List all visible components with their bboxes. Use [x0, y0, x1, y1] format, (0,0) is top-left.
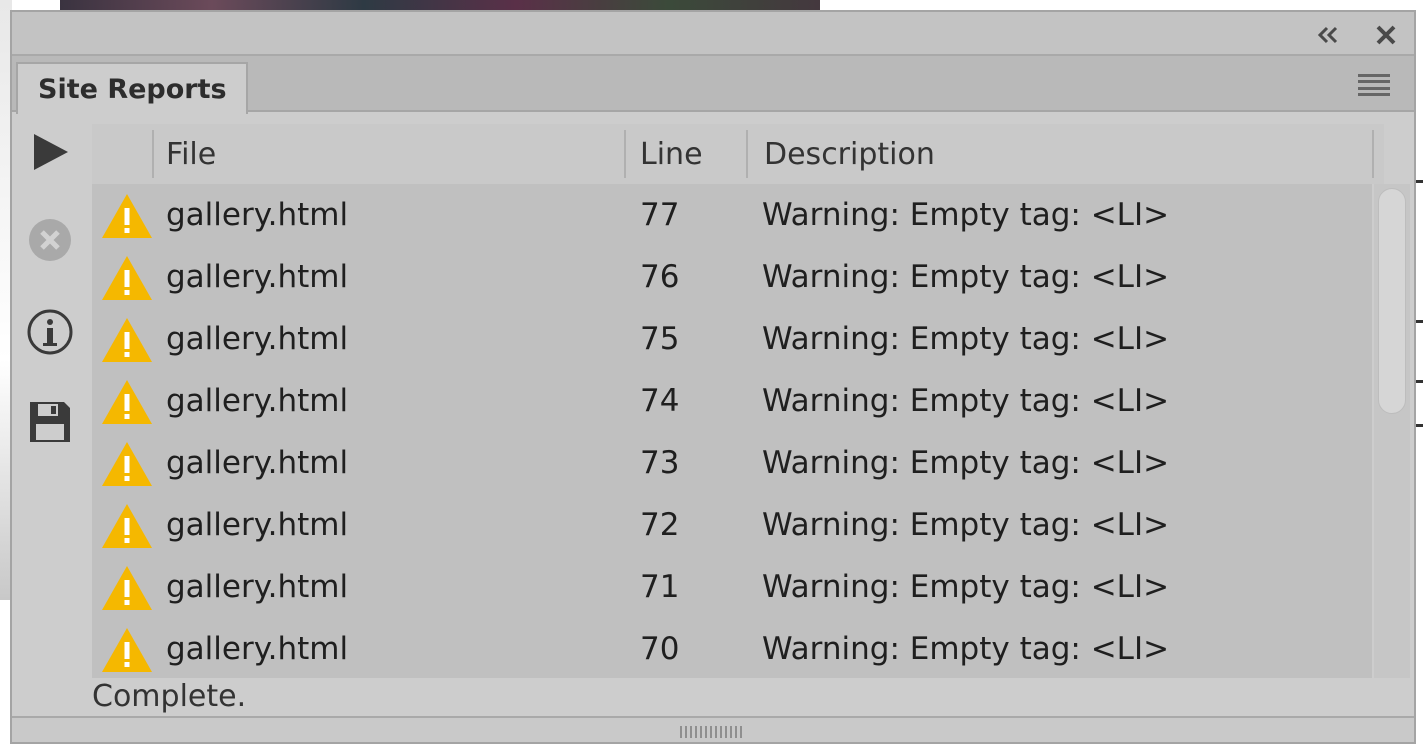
column-separator: [1372, 130, 1374, 178]
cell-description: Warning: Empty tag: <LI>: [762, 259, 1170, 295]
cell-file: gallery.html: [166, 321, 349, 357]
status-text: Complete.: [92, 679, 247, 714]
tab-site-reports[interactable]: Site Reports: [16, 62, 248, 114]
run-report-button[interactable]: [24, 126, 76, 178]
warning-icon: [102, 628, 152, 672]
results-header: File Line Description: [92, 124, 1384, 184]
warning-icon: [102, 318, 152, 362]
cell-description: Warning: Empty tag: <LI>: [762, 569, 1170, 605]
cell-description: Warning: Empty tag: <LI>: [762, 197, 1170, 233]
cell-description: Warning: Empty tag: <LI>: [762, 631, 1170, 667]
warning-icon: [102, 566, 152, 610]
cell-file: gallery.html: [166, 445, 349, 481]
table-row[interactable]: gallery.html 73 Warning: Empty tag: <LI>: [92, 432, 1372, 494]
stop-circle-icon: [29, 219, 71, 261]
cell-description: Warning: Empty tag: <LI>: [762, 507, 1170, 543]
close-icon[interactable]: [1372, 22, 1400, 48]
cell-line: 71: [640, 569, 680, 605]
site-reports-panel: Site Reports File Line Description galle…: [10, 10, 1416, 744]
warning-icon: [102, 504, 152, 548]
cell-line: 74: [640, 383, 680, 419]
cell-description: Warning: Empty tag: <LI>: [762, 445, 1170, 481]
table-row[interactable]: gallery.html 74 Warning: Empty tag: <LI>: [92, 370, 1372, 432]
double-chevron-left-icon[interactable]: [1314, 22, 1342, 48]
table-row[interactable]: gallery.html 77 Warning: Empty tag: <LI>: [92, 184, 1372, 246]
scrollbar-thumb[interactable]: [1378, 188, 1406, 414]
cell-file: gallery.html: [166, 631, 349, 667]
cell-description: Warning: Empty tag: <LI>: [762, 383, 1170, 419]
column-header-line[interactable]: Line: [640, 124, 740, 184]
warning-icon: [102, 256, 152, 300]
stop-report-button[interactable]: [24, 214, 76, 266]
cell-file: gallery.html: [166, 259, 349, 295]
table-row[interactable]: gallery.html 76 Warning: Empty tag: <LI>: [92, 246, 1372, 308]
column-header-file[interactable]: File: [166, 124, 626, 184]
vertical-scrollbar[interactable]: [1374, 184, 1410, 678]
column-separator: [152, 130, 154, 178]
warning-icon: [102, 380, 152, 424]
play-icon: [34, 134, 68, 170]
cell-line: 70: [640, 631, 680, 667]
table-row[interactable]: gallery.html 72 Warning: Empty tag: <LI>: [92, 494, 1372, 556]
info-icon: [27, 309, 73, 355]
warning-icon: [102, 194, 152, 238]
cell-line: 73: [640, 445, 680, 481]
cell-line: 77: [640, 197, 680, 233]
cell-line: 72: [640, 507, 680, 543]
panel-footer: [12, 716, 1414, 742]
column-separator[interactable]: [624, 130, 626, 178]
table-row[interactable]: gallery.html 71 Warning: Empty tag: <LI>: [92, 556, 1372, 618]
table-row[interactable]: gallery.html 70 Warning: Empty tag: <LI>: [92, 618, 1372, 678]
cell-file: gallery.html: [166, 507, 349, 543]
results-list[interactable]: gallery.html 77 Warning: Empty tag: <LI>…: [92, 184, 1372, 678]
hamburger-menu-icon[interactable]: [1356, 72, 1392, 98]
cell-file: gallery.html: [166, 569, 349, 605]
save-disk-icon: [30, 402, 70, 442]
panel-titlebar[interactable]: [12, 12, 1414, 56]
column-separator[interactable]: [746, 130, 748, 178]
cell-file: gallery.html: [166, 197, 349, 233]
warning-icon: [102, 442, 152, 486]
cell-description: Warning: Empty tag: <LI>: [762, 321, 1170, 357]
resize-grip-icon[interactable]: [680, 726, 744, 738]
table-row[interactable]: gallery.html 75 Warning: Empty tag: <LI>: [92, 308, 1372, 370]
save-report-button[interactable]: [24, 396, 76, 448]
cell-line: 76: [640, 259, 680, 295]
cell-file: gallery.html: [166, 383, 349, 419]
column-header-description[interactable]: Description: [764, 124, 1364, 184]
panel-tabbar: Site Reports: [12, 56, 1414, 114]
cell-line: 75: [640, 321, 680, 357]
more-info-button[interactable]: [24, 306, 76, 358]
